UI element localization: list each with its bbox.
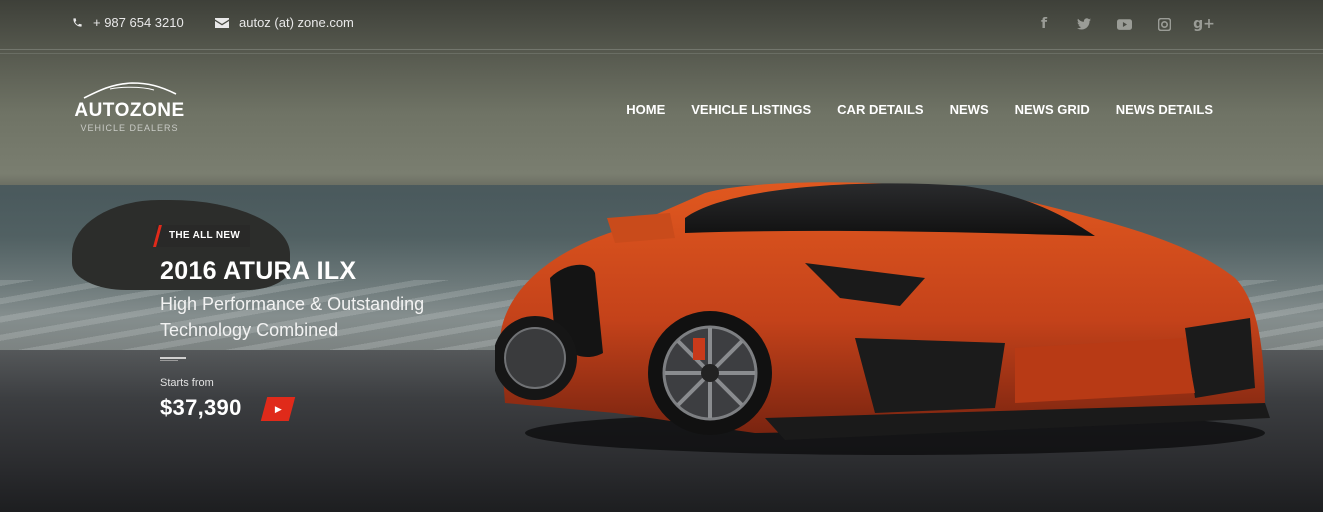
twitter-icon[interactable] <box>1075 15 1093 33</box>
phone-contact[interactable]: + 987 654 3210 <box>72 15 184 30</box>
site-logo[interactable]: AUTOZONE VEHICLE DEALERS <box>72 82 187 133</box>
hero-subtitle: High Performance & Outstanding Technolog… <box>160 294 425 340</box>
badge-label: THE ALL NEW <box>169 230 241 241</box>
hero-price: $37,390 <box>160 395 242 420</box>
nav-news-details[interactable]: NEWS DETAILS <box>1116 102 1213 117</box>
sports-car-image <box>495 182 1270 455</box>
nav-car-details[interactable]: CAR DETAILS <box>837 102 923 117</box>
instagram-icon[interactable] <box>1155 15 1173 33</box>
nav-home[interactable]: HOME <box>626 102 665 117</box>
social-links: f g+ <box>1035 15 1215 33</box>
logo-tagline: VEHICLE DEALERS <box>80 123 179 133</box>
envelope-icon <box>215 17 229 28</box>
nav-news[interactable]: NEWS <box>950 102 989 117</box>
hero-title: 2016 ATURA ILX <box>160 257 357 285</box>
starts-from-label: Starts from <box>160 377 214 389</box>
new-model-badge: THE ALL NEW <box>153 225 251 247</box>
hero-divider <box>160 357 186 359</box>
facebook-icon[interactable]: f <box>1035 15 1053 33</box>
phone-number: + 987 654 3210 <box>93 15 184 30</box>
main-nav: HOME VEHICLE LISTINGS CAR DETAILS NEWS N… <box>626 102 1213 117</box>
hero-banner: + 987 654 3210 autoz (at) zone.com f g+ <box>0 0 1323 512</box>
logo-car-icon <box>83 82 177 99</box>
email-address: autoz (at) zone.com <box>239 15 354 30</box>
nav-vehicle-listings[interactable]: VEHICLE LISTINGS <box>691 102 811 117</box>
top-bar: + 987 654 3210 autoz (at) zone.com f g+ <box>0 0 1323 50</box>
hero-divider-secondary <box>160 360 178 361</box>
youtube-icon[interactable] <box>1115 15 1133 33</box>
google-plus-icon[interactable]: g+ <box>1193 15 1215 33</box>
top-bar-divider <box>0 53 1323 54</box>
logo-name: AUTOZONE <box>74 100 185 121</box>
email-contact[interactable]: autoz (at) zone.com <box>215 15 354 30</box>
play-arrow-icon: ▶ <box>274 403 282 414</box>
nav-news-grid[interactable]: NEWS GRID <box>1015 102 1090 117</box>
phone-icon <box>73 18 82 27</box>
